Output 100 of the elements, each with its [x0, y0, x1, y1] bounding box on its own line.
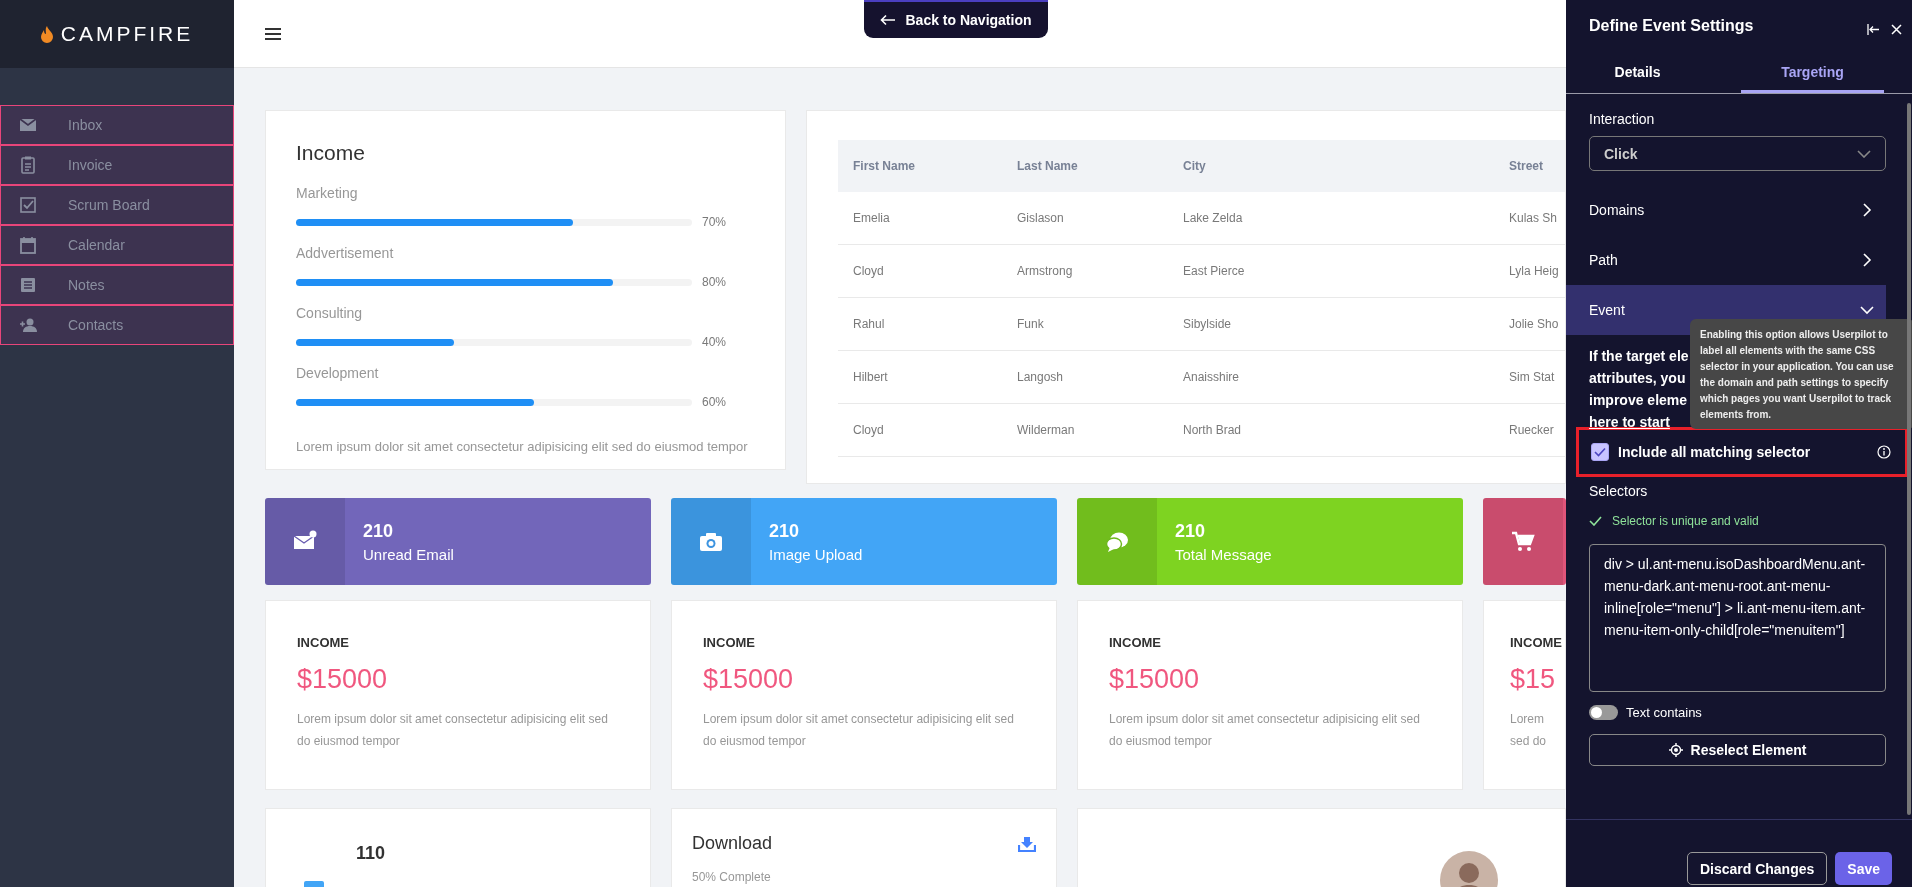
- mail-icon: [19, 116, 37, 134]
- amount: $15000: [297, 664, 389, 695]
- table-cell-text: Cloyd: [852, 423, 885, 437]
- card-text: Lorem ipsum dolor sit amet consectetur adipisicing elit sed do eiusmod tempor: [296, 439, 749, 454]
- menu-icon[interactable]: [265, 27, 281, 40]
- stat-count: 210: [363, 520, 395, 542]
- interaction-dropdown[interactable]: Click: [1589, 136, 1886, 171]
- info-icon: [1877, 445, 1891, 459]
- table-cell-text: Armstrong: [1016, 264, 1074, 278]
- toggle-switch[interactable]: [1589, 705, 1618, 720]
- sidebar-item[interactable]: Scrum Board: [0, 185, 234, 225]
- percent-label: 70%: [702, 215, 727, 229]
- card-text: Lorem ipsum dolor sit amet consectetur adipisicing elit sed do eiusmod tempor: [297, 711, 609, 750]
- card-text: Lorem sed do: [1510, 711, 1548, 750]
- stat-label: Image Upload: [769, 545, 863, 563]
- chevron-down-icon: [1860, 303, 1874, 317]
- section-row[interactable]: Domains: [1566, 185, 1886, 235]
- stat-count: 110: [356, 843, 386, 864]
- checkbox-label: Include all matching selector: [1618, 444, 1812, 460]
- flame-icon: [40, 25, 53, 43]
- bar-label: Addvertisement: [296, 245, 395, 261]
- discard-button[interactable]: Discard Changes: [1686, 852, 1828, 885]
- bar-label: Marketing: [296, 185, 359, 201]
- sidebar-item[interactable]: Invoice: [0, 145, 234, 185]
- tooltip: Enabling this option allows Userpilot to label all elements with the same CSS selector in your application. You can use the domain and path settings to specify which pages you want Userpilot to track elements from.: [1690, 319, 1912, 429]
- save-button[interactable]: Save: [1835, 852, 1892, 885]
- stat-count: 210: [769, 520, 801, 542]
- table-cell-text: Lake Zelda: [1182, 211, 1244, 225]
- download-icon: [1018, 835, 1036, 852]
- checkbox[interactable]: [1591, 443, 1609, 461]
- link[interactable]: here to start: [1589, 414, 1670, 430]
- card-title: INCOME: [703, 635, 756, 650]
- bar-label: Development: [296, 365, 380, 381]
- card-title: INCOME: [1109, 635, 1162, 650]
- panel-title: Define Event Settings: [1589, 17, 1754, 36]
- sidebar-item[interactable]: Calendar: [0, 225, 234, 265]
- sidebar-item[interactable]: Contacts: [0, 305, 234, 345]
- tab[interactable]: Targeting: [1741, 51, 1884, 93]
- sidebar-item[interactable]: Notes: [0, 265, 234, 305]
- checkbox-icon: [19, 196, 37, 214]
- scrollbar[interactable]: [1907, 103, 1911, 815]
- table-cell-text: East Pierce: [1182, 264, 1246, 278]
- stat-count: 210: [1175, 520, 1207, 542]
- column-header: City: [1182, 159, 1207, 173]
- bar-label: Consulting: [296, 305, 364, 321]
- notes-icon: [19, 276, 37, 294]
- table-cell-text: Funk: [1016, 317, 1045, 331]
- card-title: INCOME: [297, 635, 350, 650]
- table-cell-text: Jolie Sho: [1508, 317, 1560, 331]
- table-cell-text: Lyla Heig: [1508, 264, 1560, 278]
- field-label: Interaction: [1588, 110, 1656, 127]
- chevron-right-icon: [1860, 203, 1874, 217]
- table-cell-text: Sibylside: [1182, 317, 1233, 331]
- app-logo: CAMPFIRE: [60, 22, 194, 46]
- card-title: INCOME: [1510, 635, 1563, 650]
- back-button[interactable]: Back to Navigation: [864, 0, 1048, 38]
- status-text: Selector is unique and valid: [1612, 514, 1759, 528]
- add-person-icon: [19, 316, 37, 334]
- table-cell-text: Wilderman: [1016, 423, 1076, 437]
- table-cell-text: Rahul: [852, 317, 886, 331]
- stat-label: Unread Email: [363, 545, 454, 563]
- table-cell-text: Sim Stat: [1508, 370, 1556, 384]
- tab[interactable]: Details: [1566, 51, 1709, 93]
- table-cell-text: Gislason: [1016, 211, 1065, 225]
- amount: $15: [1510, 664, 1557, 695]
- target-icon: [1668, 743, 1683, 757]
- card-title: Income: [296, 141, 366, 165]
- clipboard-icon: [19, 156, 37, 174]
- progress-caption: 50% Complete: [692, 870, 772, 884]
- table-cell-text: Cloyd: [852, 264, 885, 278]
- check-icon: [1594, 447, 1606, 457]
- percent-label: 60%: [702, 395, 727, 409]
- table-cell-text: North Brad: [1182, 423, 1243, 437]
- table-cell-text: Emelia: [852, 211, 891, 225]
- field-label: Selectors: [1588, 482, 1649, 499]
- card-title: Download: [692, 833, 773, 854]
- table-cell-text: Anaisshire: [1182, 370, 1241, 384]
- amount: $15000: [703, 664, 795, 695]
- reselect-button[interactable]: Reselect Element: [1589, 734, 1886, 766]
- percent-label: 40%: [702, 335, 727, 349]
- table-cell-text: Langosh: [1016, 370, 1065, 384]
- selector-field[interactable]: div > ul.ant-menu.isoDashboardMenu.ant-menu-dark.ant-menu-root.ant-menu-inline[role="menu"] > li.ant-menu-item.ant-menu-item-only-child[role="menuitem"]: [1589, 544, 1886, 692]
- calendar-icon: [19, 236, 37, 254]
- arrow-left-icon: [880, 14, 897, 26]
- toggle-label: Text contains: [1626, 705, 1702, 720]
- stat-label: Total Message: [1175, 545, 1272, 563]
- percent-label: 80%: [702, 275, 727, 289]
- sidebar-item[interactable]: Inbox: [0, 105, 234, 145]
- table-cell-text: Ruecker: [1508, 423, 1555, 437]
- cart-icon: [1511, 529, 1535, 554]
- column-header: First Name: [852, 159, 917, 173]
- column-header: Last Name: [1016, 159, 1079, 173]
- chevron-down-icon: [1857, 149, 1871, 158]
- column-header: Street: [1508, 159, 1544, 173]
- card-text: Lorem ipsum dolor sit amet consectetur adipisicing elit sed do eiusmod tempor: [703, 711, 1015, 750]
- chevron-right-icon: [1860, 253, 1874, 267]
- amount: $15000: [1109, 664, 1201, 695]
- table-cell-text: Kulas Sh: [1508, 211, 1559, 225]
- section-row[interactable]: Path: [1566, 235, 1886, 285]
- card-text: Lorem ipsum dolor sit amet consectetur adipisicing elit sed do eiusmod tempor: [1109, 711, 1421, 750]
